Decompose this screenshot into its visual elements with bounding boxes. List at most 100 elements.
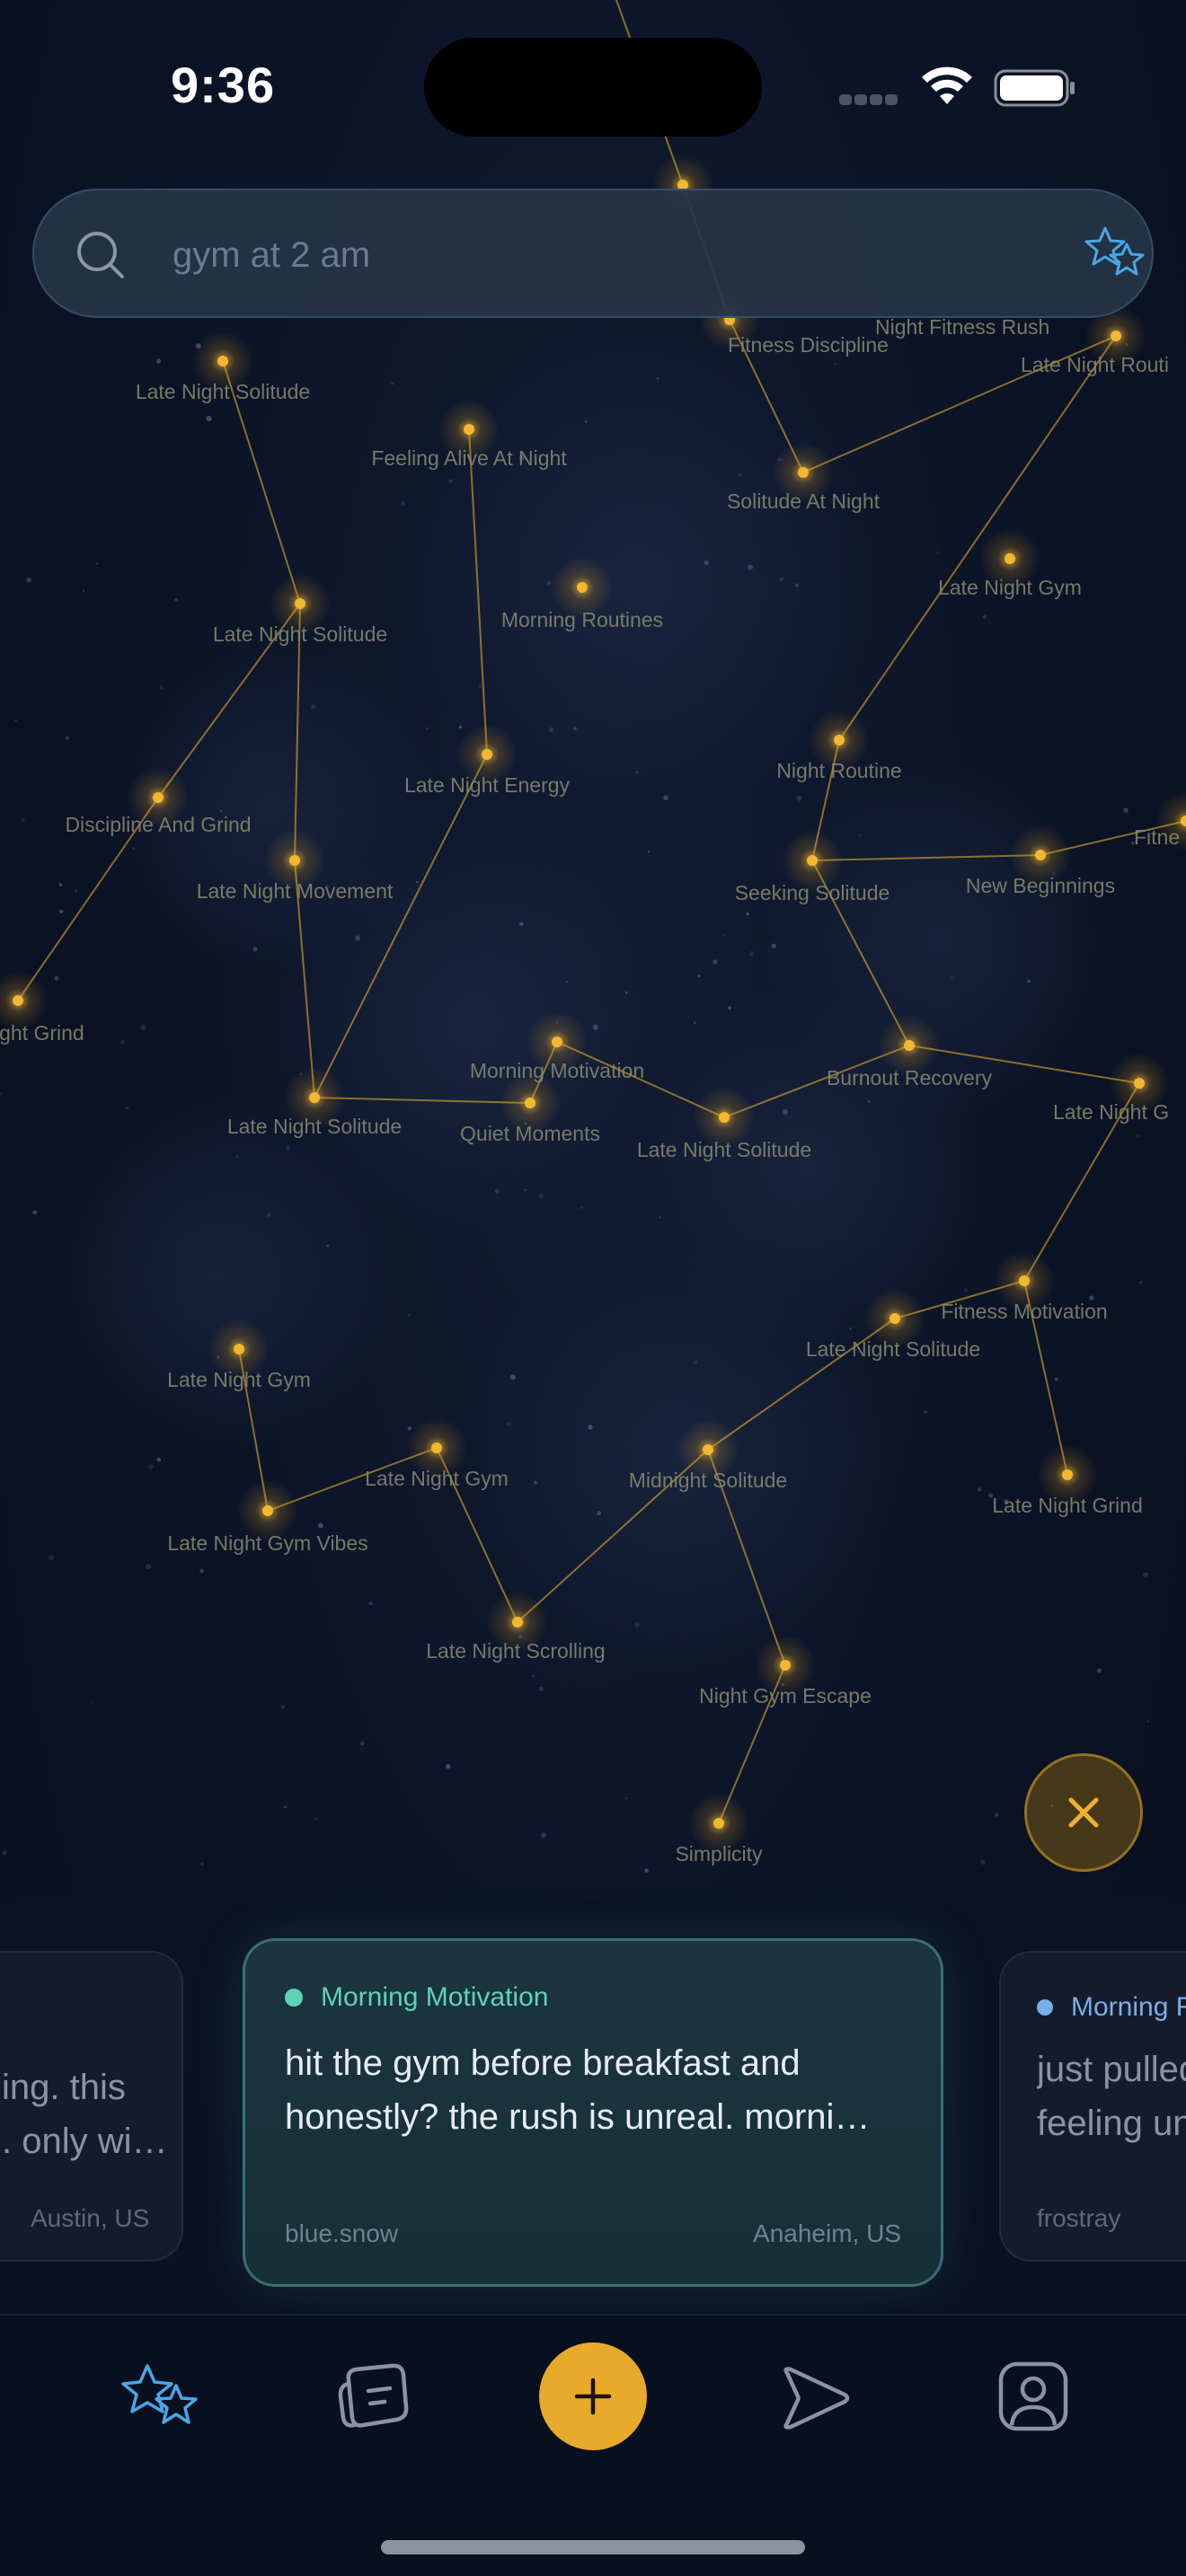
constellation-label[interactable]: Morning Motivation [470, 1059, 644, 1082]
tab-posts[interactable] [332, 2359, 415, 2438]
background-star [1143, 1572, 1149, 1578]
post-card[interactable]: ing. this . only wi… Austin, US [0, 1951, 183, 2262]
background-star [538, 1193, 544, 1199]
background-star [694, 1360, 698, 1364]
profile-tab-icon [998, 2361, 1068, 2431]
search-bar[interactable] [32, 189, 1154, 318]
close-icon [1068, 1797, 1099, 1828]
constellation-label[interactable]: Fitne [1134, 825, 1180, 849]
background-star [266, 1213, 271, 1218]
background-star [148, 1464, 154, 1469]
background-star [509, 1374, 517, 1381]
star-dot [780, 1660, 791, 1671]
constellation-label[interactable]: Late Night Gym Vibes [167, 1531, 367, 1555]
constellation-label[interactable]: Simplicity [675, 1842, 763, 1866]
star-dot [713, 1818, 724, 1829]
constellation-label[interactable]: Late Night Gym [365, 1467, 509, 1490]
close-button[interactable] [1024, 1753, 1143, 1872]
background-star [728, 1006, 732, 1010]
background-star [286, 1145, 290, 1150]
constellation-label[interactable]: Late Night Gym [938, 576, 1082, 599]
constellation-filter-icon[interactable] [1082, 223, 1148, 286]
constellation-label[interactable]: Fitness Motivation [941, 1300, 1107, 1323]
constellation-label[interactable]: Night Gym Escape [699, 1684, 872, 1707]
background-star [315, 1818, 318, 1821]
constellation-label[interactable]: Midnight Solitude [629, 1469, 787, 1492]
post-topic: Morning R [1037, 1992, 1186, 2023]
post-location: Austin, US [31, 2204, 150, 2232]
background-star [624, 1797, 628, 1800]
tab-send[interactable] [774, 2360, 855, 2436]
constellation-label[interactable]: Late Night G [1053, 1100, 1169, 1124]
background-star [155, 358, 162, 364]
background-star [26, 578, 31, 583]
tab-profile[interactable] [996, 2359, 1071, 2434]
star-dot [309, 1092, 320, 1103]
background-star [368, 1601, 373, 1606]
background-star [524, 1189, 527, 1192]
constellation-label[interactable]: Feeling Alive At Night [371, 446, 567, 470]
topic-dot-icon [1037, 1999, 1053, 2016]
star-dot [431, 1442, 442, 1453]
background-star [848, 1327, 853, 1330]
background-star [348, 1883, 350, 1885]
background-star [359, 1741, 365, 1746]
background-star [458, 725, 462, 729]
constellation-label[interactable]: Morning Routines [501, 608, 663, 631]
background-star [1137, 1134, 1139, 1137]
search-input[interactable] [173, 223, 981, 287]
constellation-label[interactable]: ight Grind [0, 1021, 84, 1045]
star-dot [577, 582, 588, 593]
background-star [748, 564, 753, 570]
constellation-tab-icon [121, 2364, 198, 2424]
post-body-line: feeling un [1037, 2104, 1186, 2143]
constellation-label[interactable]: Late Night Solitude [806, 1337, 980, 1361]
constellation-label[interactable]: Late Night Solitude [136, 380, 310, 403]
background-star [644, 1868, 649, 1874]
constellation-label[interactable]: Burnout Recovery [827, 1066, 993, 1090]
background-star [478, 684, 482, 688]
constellation-label[interactable]: Late Night Solitude [637, 1138, 811, 1161]
constellation-label[interactable]: Late Night Gym [167, 1368, 311, 1391]
constellation-label[interactable]: Late Night Scrolling [426, 1639, 605, 1663]
background-star [794, 583, 800, 587]
post-card[interactable]: Morning R just pulled feeling un frostra… [999, 1951, 1186, 2262]
background-star [584, 419, 588, 424]
post-card-selected[interactable]: Morning Motivation hit the gym before br… [243, 1938, 943, 2287]
posts-tab-icon [338, 2363, 409, 2428]
constellation-label[interactable]: Night Fitness Rush [875, 315, 1049, 339]
star-dot [904, 1040, 915, 1051]
constellation-label[interactable]: Seeking Solitude [735, 881, 890, 904]
background-star [48, 1555, 55, 1561]
background-star [448, 479, 453, 483]
post-author[interactable]: blue.snow [285, 2219, 398, 2248]
constellation-label[interactable]: Late Night Solitude [227, 1115, 402, 1138]
star-dot [153, 792, 164, 803]
post-body-line: ing. this [2, 2068, 126, 2107]
constellation-label[interactable]: Late Night Routi [1021, 353, 1169, 376]
constellation-label[interactable]: Solitude At Night [727, 490, 881, 513]
constellation-label[interactable]: Late Night Movement [197, 879, 394, 903]
constellation-label[interactable]: Late Night Solitude [213, 622, 387, 646]
background-star [539, 1687, 544, 1691]
constellation-label[interactable]: Quiet Moments [460, 1122, 600, 1145]
background-star [318, 1522, 323, 1529]
background-star [746, 912, 749, 916]
star-dot [1035, 850, 1046, 860]
tab-constellation[interactable] [110, 2355, 210, 2438]
background-star [634, 771, 639, 774]
constellation-label[interactable]: Fitness Discipline [728, 333, 889, 357]
post-carousel[interactable]: ing. this . only wi… Austin, US Morning … [0, 1902, 1186, 2316]
constellation-label[interactable]: Late Night Energy [404, 773, 571, 797]
background-star [963, 1288, 969, 1292]
constellation-label[interactable]: Night Routine [776, 759, 901, 782]
star-dot [719, 1112, 730, 1123]
background-star [534, 1481, 537, 1485]
constellation-label[interactable]: New Beginnings [966, 874, 1115, 897]
constellation-label[interactable]: Discipline And Grind [65, 813, 251, 836]
background-star [980, 1859, 986, 1865]
background-star [311, 704, 316, 710]
add-post-button[interactable] [539, 2342, 647, 2450]
constellation-label[interactable]: Late Night Grind [992, 1494, 1142, 1517]
background-star [159, 685, 164, 690]
